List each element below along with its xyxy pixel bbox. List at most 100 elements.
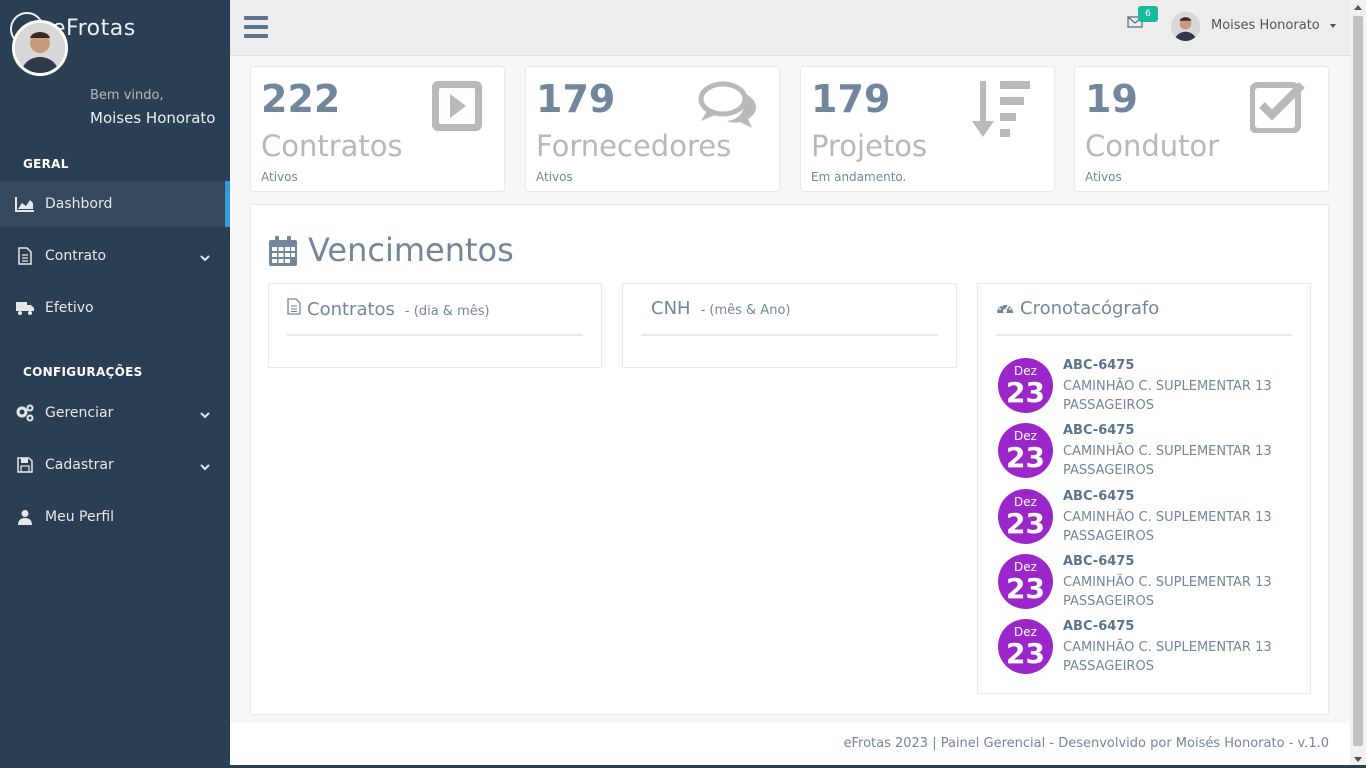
event-day: 23 (1006, 507, 1045, 540)
sidebar-item-dashbord[interactable]: Dashbord (0, 181, 230, 227)
stat-tile-contratos: 222 Contratos Ativos (250, 66, 505, 192)
list-item[interactable]: Dez 23 ABC-6475 CAMINHÃO C. SUPLEMENTAR … (998, 489, 1298, 545)
tile-label: Contratos (261, 129, 403, 163)
sidebar-item-gerenciar[interactable]: Gerenciar (0, 390, 230, 436)
chevron-down-icon (200, 459, 210, 475)
profile-name: Moises Honorato (90, 109, 216, 127)
profile-info: Bem vindo, Moises Honorato (90, 88, 215, 127)
comments-icon (697, 79, 759, 137)
event-day: 23 (1006, 637, 1045, 670)
page-title: Vencimentos (308, 231, 514, 269)
sidebar-item-label: Meu Perfil (45, 509, 115, 525)
stat-tile-condutor: 19 Condutor Ativos (1074, 66, 1329, 192)
sidebar-item-meu-perfil[interactable]: Meu Perfil (0, 494, 230, 540)
date-badge: Dez 23 (998, 554, 1053, 609)
cnh-due-panel: CNH - (mês & Ano) (622, 283, 957, 368)
panel-note: - (mês & Ano) (700, 303, 791, 318)
sidebar-item-label: Efetivo (45, 300, 94, 316)
top-navbar: 6 Moises Honorato (230, 0, 1350, 56)
date-badge: Dez 23 (998, 489, 1053, 544)
date-badge: Dez 23 (998, 358, 1053, 413)
caret-down-icon[interactable] (1330, 24, 1336, 28)
floppy-icon (15, 455, 35, 475)
tile-label: Condutor (1085, 129, 1220, 163)
chevron-down-icon (200, 250, 210, 266)
vencimentos-panel: Vencimentos Contratos - (dia & mês) CNH … (250, 204, 1329, 715)
panel-title: Contratos (307, 299, 395, 320)
dashboard-icon (996, 299, 1014, 318)
file-icon (287, 298, 301, 319)
cronotacografo-panel: Cronotacógrafo Dez 23 ABC-6475 CAMINHÃO … (977, 283, 1311, 694)
event-desc: CAMINHÃO C. SUPLEMENTAR 13 PASSAGEIROS (1063, 444, 1272, 478)
footer-text: eFrotas 2023 | Painel Gerencial - Desenv… (843, 736, 1329, 751)
section-title-geral: GERAL (23, 157, 69, 171)
stat-tile-fornecedores: 179 Fornecedores Ativos (525, 66, 780, 192)
cogs-icon (15, 403, 35, 423)
user-menu-name[interactable]: Moises Honorato (1211, 18, 1320, 33)
event-plate[interactable]: ABC-6475 (1063, 554, 1134, 569)
scroll-down-arrow-icon[interactable] (1354, 757, 1362, 762)
panel-header: Contratos - (dia & mês) (287, 298, 583, 336)
welcome-text: Bem vindo, (90, 88, 164, 103)
calendar-icon (268, 235, 298, 271)
chevron-down-icon (200, 407, 210, 423)
user-icon (15, 507, 35, 527)
check-square-icon (1249, 79, 1308, 137)
event-plate[interactable]: ABC-6475 (1063, 423, 1134, 438)
avatar (12, 20, 68, 76)
panel-title: CNH (651, 298, 691, 319)
event-day: 23 (1006, 441, 1045, 474)
event-day: 23 (1006, 572, 1045, 605)
menu-toggle-icon[interactable] (244, 16, 268, 38)
event-plate[interactable]: ABC-6475 (1063, 489, 1134, 504)
scroll-up-arrow-icon[interactable] (1354, 5, 1362, 10)
event-desc: CAMINHÃO C. SUPLEMENTAR 13 PASSAGEIROS (1063, 575, 1272, 609)
sidebar-item-contrato[interactable]: Contrato (0, 233, 230, 279)
panel-note: - (dia & mês) (404, 304, 490, 319)
contratos-due-panel: Contratos - (dia & mês) (268, 283, 602, 368)
event-desc: CAMINHÃO C. SUPLEMENTAR 13 PASSAGEIROS (1063, 510, 1272, 544)
stat-tile-projetos: 179 Projetos Em andamento. (800, 66, 1055, 192)
sidebar-item-label: Contrato (45, 248, 107, 264)
sidebar-item-cadastrar[interactable]: Cadastrar (0, 442, 230, 488)
section-title-configuracoes: CONFIGURAÇÕES (23, 365, 143, 379)
sidebar-item-label: Gerenciar (45, 405, 114, 421)
sidebar-item-label: Cadastrar (45, 457, 114, 473)
tile-sub: Ativos (261, 170, 298, 184)
sidebar: eFrotas Bem vindo, Moises Honorato GERAL… (0, 0, 230, 768)
event-day: 23 (1006, 376, 1045, 409)
vertical-scrollbar[interactable] (1350, 0, 1366, 768)
list-item[interactable]: Dez 23 ABC-6475 CAMINHÃO C. SUPLEMENTAR … (998, 619, 1298, 675)
list-item[interactable]: Dez 23 ABC-6475 CAMINHÃO C. SUPLEMENTAR … (998, 358, 1298, 414)
tile-sub: Ativos (536, 170, 573, 184)
event-plate[interactable]: ABC-6475 (1063, 619, 1134, 634)
file-icon (15, 246, 35, 266)
list-item[interactable]: Dez 23 ABC-6475 CAMINHÃO C. SUPLEMENTAR … (998, 423, 1298, 479)
tile-sub: Em andamento. (811, 170, 907, 184)
panel-header: Cronotacógrafo (996, 298, 1292, 336)
mail-count-badge: 6 (1138, 6, 1158, 22)
sidebar-item-label: Dashbord (45, 196, 113, 212)
event-desc: CAMINHÃO C. SUPLEMENTAR 13 PASSAGEIROS (1063, 640, 1272, 674)
tile-count: 179 (811, 77, 891, 121)
scrollbar-thumb[interactable] (1353, 16, 1363, 746)
area-chart-icon (15, 194, 35, 214)
avatar[interactable] (1171, 12, 1200, 41)
date-badge: Dez 23 (998, 423, 1053, 478)
panel-header: CNH - (mês & Ano) (641, 298, 938, 336)
sort-amount-icon (972, 79, 1034, 145)
tile-sub: Ativos (1085, 170, 1122, 184)
list-item[interactable]: Dez 23 ABC-6475 CAMINHÃO C. SUPLEMENTAR … (998, 554, 1298, 610)
tile-count: 179 (536, 77, 616, 121)
tile-label: Projetos (811, 129, 928, 163)
event-plate[interactable]: ABC-6475 (1063, 358, 1134, 373)
footer: eFrotas 2023 | Painel Gerencial - Desenv… (230, 723, 1350, 765)
tile-count: 19 (1085, 77, 1138, 121)
play-square-icon (430, 79, 484, 137)
sidebar-item-efetivo[interactable]: Efetivo (0, 285, 230, 331)
tile-count: 222 (261, 77, 341, 121)
truck-icon (15, 298, 35, 318)
date-badge: Dez 23 (998, 619, 1053, 674)
panel-title: Cronotacógrafo (1020, 298, 1160, 319)
event-desc: CAMINHÃO C. SUPLEMENTAR 13 PASSAGEIROS (1063, 379, 1272, 413)
